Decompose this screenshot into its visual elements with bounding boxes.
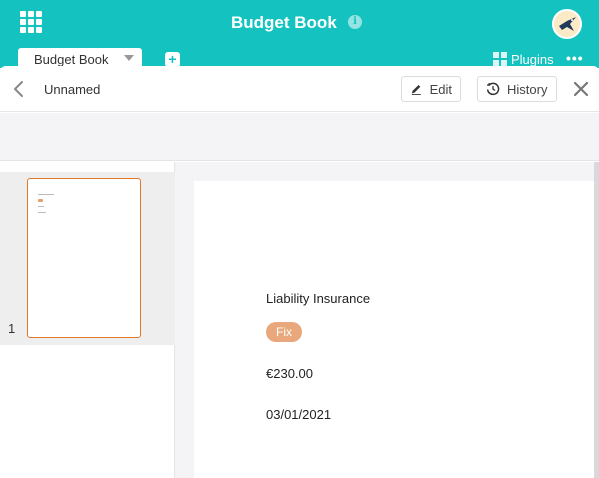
category-tag: Fix bbox=[266, 322, 302, 342]
record-panel: Unnamed Edit History 1 Liability Insuran… bbox=[0, 66, 599, 478]
app-title: Budget Book bbox=[231, 13, 337, 32]
apps-grid-icon[interactable] bbox=[20, 11, 42, 33]
plugins-icon[interactable] bbox=[493, 52, 507, 66]
info-icon[interactable]: i bbox=[348, 15, 362, 29]
amount-field: €230.00 bbox=[266, 366, 313, 381]
print-toolbar bbox=[0, 113, 599, 161]
more-icon[interactable]: ••• bbox=[566, 50, 584, 66]
back-icon[interactable] bbox=[12, 80, 26, 98]
record-title: Unnamed bbox=[44, 82, 101, 97]
add-tab-icon[interactable]: + bbox=[165, 52, 180, 67]
thumbnail-tag bbox=[38, 199, 43, 202]
history-label: History bbox=[507, 81, 548, 97]
pencil-icon bbox=[411, 84, 421, 95]
page-number: 1 bbox=[8, 321, 16, 336]
avatar-bird-icon bbox=[559, 17, 576, 31]
scrollbar[interactable] bbox=[594, 162, 599, 478]
document-name-field: Liability Insurance bbox=[266, 291, 371, 306]
page-thumbnail-pane: 1 bbox=[0, 162, 175, 478]
date-field: 03/01/2021 bbox=[266, 407, 332, 422]
avatar[interactable] bbox=[552, 9, 582, 39]
thumbnail-page-preview bbox=[27, 178, 141, 338]
close-icon[interactable] bbox=[572, 80, 590, 98]
print-preview-area: 1 Liability Insurance Fix €230.00 03/01/… bbox=[0, 162, 599, 478]
history-button[interactable]: History bbox=[477, 76, 557, 102]
edit-label: Edit bbox=[429, 81, 452, 97]
app-header: Budget Book i Budget Book + Plugins ••• bbox=[0, 0, 599, 70]
document-page: Liability Insurance Fix €230.00 03/01/20… bbox=[194, 181, 594, 478]
page-thumbnail[interactable]: 1 bbox=[0, 172, 175, 345]
history-clock-icon bbox=[486, 82, 500, 96]
chevron-down-icon[interactable] bbox=[124, 55, 134, 61]
panel-header: Unnamed Edit History bbox=[0, 66, 599, 112]
plugins-button[interactable]: Plugins bbox=[511, 52, 554, 67]
edit-button[interactable]: Edit bbox=[401, 76, 461, 102]
